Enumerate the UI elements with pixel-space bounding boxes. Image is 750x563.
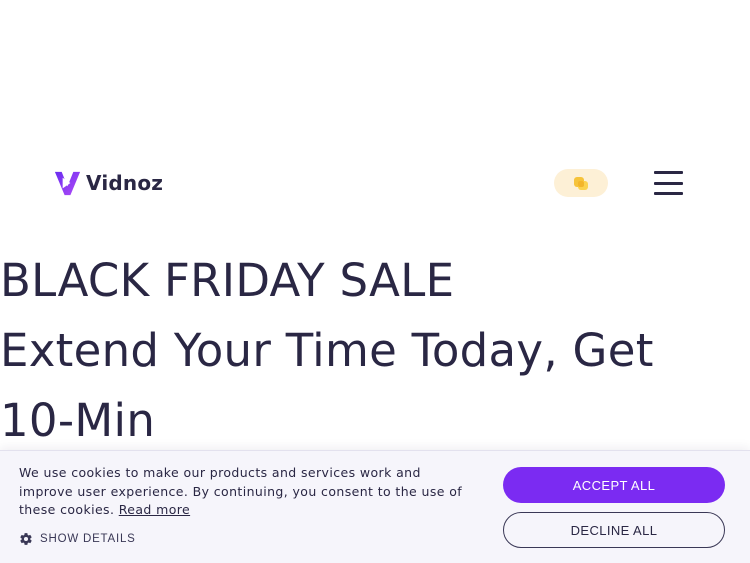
cookie-message: We use cookies to make our products and … [19,464,479,520]
cookie-message-text: We use cookies to make our products and … [19,465,463,517]
show-details-label: SHOW DETAILS [40,533,136,545]
hamburger-menu-button[interactable] [654,170,684,196]
vidnoz-logo-icon [54,171,81,195]
hero-line-2: Extend Your Time Today, Get [0,324,654,377]
page: Vidnoz BLACK FRIDAY SALE Extend Your Tim… [0,0,750,563]
hero-line-3: 10-Min [0,394,156,447]
menu-bar-bottom [654,192,683,195]
accept-all-button[interactable]: ACCEPT ALL [503,467,725,503]
decline-all-button[interactable]: DECLINE ALL [503,512,725,548]
menu-bar-middle [654,181,683,185]
hero-line-1: BLACK FRIDAY SALE [0,254,455,307]
logo-text: Vidnoz [86,171,164,195]
site-header: Vidnoz [0,160,750,206]
cookie-banner: We use cookies to make our products and … [0,450,750,563]
show-details-button[interactable]: SHOW DETAILS [19,530,136,548]
gear-icon [20,533,32,545]
hero-heading: BLACK FRIDAY SALE Extend Your Time Today… [0,246,750,456]
read-more-link[interactable]: Read more [119,502,190,517]
gift-coupon-icon [574,177,588,190]
menu-bar-top [654,171,683,174]
promo-button[interactable] [554,169,608,197]
vidnoz-logo-link[interactable]: Vidnoz [52,167,163,199]
